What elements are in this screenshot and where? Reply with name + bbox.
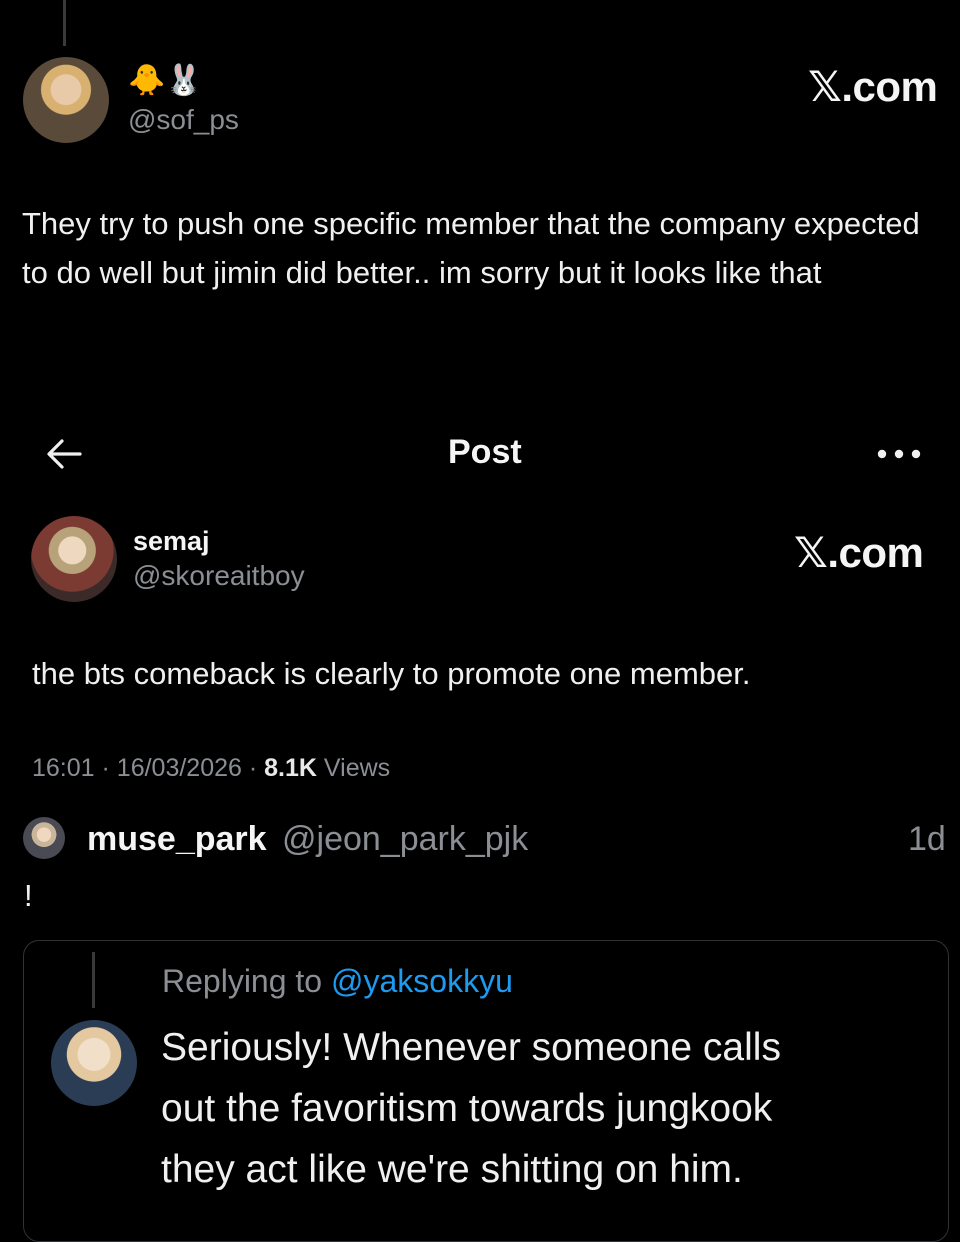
- quote-thread-line: [92, 952, 95, 1008]
- quoted-line: they act like we're shitting on him.: [161, 1148, 743, 1191]
- post-metadata: 16:01 · 16/03/2026 · 8.1K Views: [32, 754, 390, 783]
- thread-connector-line: [63, 0, 66, 46]
- muse-park-handle[interactable]: @jeon_park_pjk: [282, 820, 528, 858]
- back-arrow-icon[interactable]: [42, 432, 86, 476]
- post-date: 16/03/2026: [116, 754, 242, 782]
- x-brand-logo-2: 𝕏.com: [794, 529, 924, 576]
- sof-ps-handle[interactable]: @sof_ps: [128, 104, 239, 136]
- muse-park-avatar[interactable]: [23, 817, 65, 859]
- quoted-author-avatar[interactable]: [51, 1020, 137, 1106]
- more-options-icon[interactable]: [876, 445, 922, 463]
- replying-to-label: Replying to: [162, 963, 323, 999]
- semaj-avatar[interactable]: [31, 516, 117, 602]
- x-brand-logo: 𝕏.com: [808, 63, 938, 110]
- reply-age: 1d: [908, 820, 946, 858]
- muse-park-display-name[interactable]: muse_park: [87, 820, 267, 858]
- views-count: 8.1K: [264, 754, 317, 782]
- quoted-post-text: Seriously! Whenever someone calls out th…: [161, 1017, 781, 1200]
- meta-separator: ·: [101, 754, 110, 782]
- replying-to-handle[interactable]: @yaksokkyu: [331, 963, 513, 999]
- semaj-display-name[interactable]: semaj: [133, 526, 210, 557]
- meta-separator: ·: [248, 754, 258, 782]
- main-post-text: the bts comeback is clearly to promote o…: [32, 656, 751, 691]
- name-emojis: 🐥🐰: [128, 64, 203, 97]
- views-label: Views: [323, 754, 391, 782]
- reply-header: muse_park @jeon_park_pjk: [87, 819, 528, 859]
- quoted-line: out the favoritism towards jungkook: [161, 1087, 773, 1130]
- page-title: Post: [448, 433, 522, 471]
- reply-text: !: [24, 878, 33, 913]
- semaj-handle[interactable]: @skoreaitboy: [133, 560, 305, 592]
- replying-to-line: Replying to @yaksokkyu: [162, 963, 513, 1000]
- sof-ps-avatar[interactable]: [23, 57, 109, 143]
- post-time: 16:01: [32, 754, 95, 782]
- quoted-line: Seriously! Whenever someone calls: [161, 1026, 781, 1069]
- first-post-text: They try to push one specific member tha…: [22, 206, 920, 290]
